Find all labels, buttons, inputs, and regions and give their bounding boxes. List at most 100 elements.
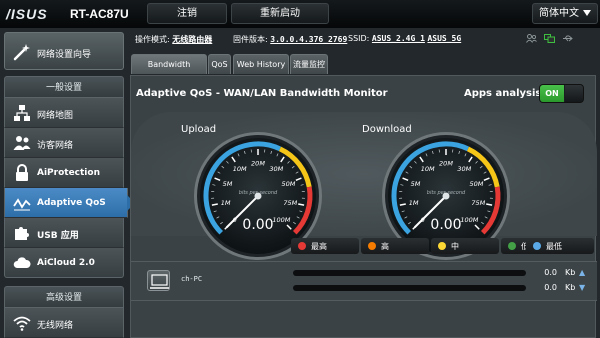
gauge-tick-label: 20M	[439, 160, 453, 168]
gauge-tick-label: 1M	[221, 199, 231, 207]
upload-traffic-bar	[293, 270, 526, 276]
gauge-value: 0.00	[430, 217, 461, 233]
gauge-tick-label: 10M	[233, 165, 247, 173]
internet-status-icon[interactable]	[544, 34, 555, 43]
gauge-tick-label: 5M	[411, 180, 421, 188]
gauge-tick-label: 30M	[269, 165, 283, 173]
logout-button[interactable]: 注销	[147, 3, 227, 24]
sidebar-item-label: AiCloud 2.0	[37, 258, 95, 268]
gauge-tick-label: 75M	[471, 199, 485, 207]
download-unit: Kb	[565, 283, 576, 292]
advanced-settings-header: 高级设置	[4, 286, 124, 308]
gauge-tick-label: 5M	[223, 180, 233, 188]
upload-unit: Kb	[565, 268, 576, 277]
mode-value[interactable]: 无线路由器	[172, 35, 212, 44]
priority-label: 最低	[546, 242, 562, 251]
router-model: RT-AC87U	[70, 7, 129, 21]
lock-icon	[16, 164, 28, 181]
priority-dot	[533, 242, 541, 250]
clients-icon[interactable]	[526, 34, 537, 43]
general-settings-header: 一般设置	[4, 76, 124, 98]
priority-medium: 中	[431, 238, 499, 254]
gauge-hub	[254, 192, 262, 200]
sidebar-item-guest-network[interactable]: 访客网络	[4, 128, 124, 158]
ssid-5-value[interactable]: ASUS_5G	[427, 34, 461, 43]
tab-bandwidth-monitor[interactable]: Bandwidth Monitor	[131, 54, 207, 88]
gauge-tick-label: 50M	[282, 180, 296, 188]
sidebar: 网络设置向导 一般设置 网络地图 访客网络 AiProtection Adapt…	[0, 28, 135, 338]
gauge-tick-label: 30M	[457, 165, 471, 173]
status-bar: 操作模式: 无线路由器 固件版本: 3.0.0.4.376_2769 SSID:…	[130, 28, 600, 50]
sidebar-item-label: 访客网络	[37, 141, 74, 151]
sidebar-item-aicloud[interactable]: AiCloud 2.0	[4, 248, 124, 278]
apps-analysis-label: Apps analysis	[464, 88, 542, 99]
toggle-knob	[565, 85, 583, 102]
apps-analysis-toggle[interactable]: ON	[539, 84, 584, 103]
sidebar-item-usb-application[interactable]: USB 应用	[4, 218, 124, 248]
top-bar: /ISUS RT-AC87U 注销 重新启动 简体中文	[0, 0, 600, 28]
gauge-hub	[442, 192, 450, 200]
tab-web-history[interactable]: Web History	[233, 54, 289, 74]
page-title: Adaptive QoS - WAN/LAN Bandwidth Monitor	[136, 88, 388, 99]
priority-high: 高	[361, 238, 429, 254]
sidebar-item-network-map[interactable]: 网络地图	[4, 98, 124, 128]
gauge-tick-label: 75M	[283, 199, 297, 207]
sidebar-item-label: 无线网络	[37, 321, 74, 331]
priority-dot	[298, 242, 306, 250]
sidebar-item-label: Adaptive QoS	[37, 198, 106, 208]
gauge-tick-label: 50M	[470, 180, 484, 188]
priority-dot	[508, 242, 516, 250]
gauge-tick-label: 1M	[409, 199, 419, 207]
gauge-tick-label: 20M	[251, 160, 265, 168]
upload-rate: 0.0	[544, 268, 557, 277]
sidebar-item-label: USB 应用	[37, 231, 79, 241]
language-select[interactable]: 简体中文	[532, 3, 598, 24]
download-rate: 0.0	[544, 283, 557, 292]
wizard-label: 网络设置向导	[37, 50, 92, 60]
qos-wave-icon	[13, 198, 31, 211]
sidebar-item-adaptive-qos[interactable]: Adaptive QoS	[4, 188, 135, 218]
priority-label: 中	[451, 242, 459, 251]
network-map-icon	[14, 105, 30, 121]
tab-traffic-monitor[interactable]: 流量监控	[290, 54, 328, 74]
priority-highest: 最高	[291, 238, 359, 254]
gauge-tick-label: 100M	[460, 216, 478, 224]
gauge-area: Upload Download 01M5M10M20M30M50M75M100M…	[131, 112, 597, 260]
gauge-tick-label: 10M	[421, 165, 435, 173]
usb-icon[interactable]	[562, 34, 573, 43]
client-name: ch-PC	[181, 275, 203, 283]
gauge-tick-label: 100M	[272, 216, 290, 224]
mode-label: 操作模式:	[135, 35, 170, 44]
puzzle-icon	[15, 227, 29, 240]
upload-arrow-icon: ▲	[579, 268, 586, 277]
firmware-label: 固件版本:	[233, 35, 268, 44]
sidebar-item-label: AiProtection	[37, 168, 100, 178]
sidebar-item-aiprotection[interactable]: AiProtection	[4, 158, 124, 188]
ssid-label: SSID:	[348, 34, 370, 43]
reboot-button[interactable]: 重新启动	[231, 3, 329, 24]
ssid-24-value[interactable]: ASUS_2.4G_1	[372, 34, 425, 43]
sidebar-quick-setup-wizard[interactable]: 网络设置向导	[4, 32, 124, 70]
toggle-state: ON	[540, 85, 564, 102]
language-value: 简体中文	[539, 8, 579, 19]
client-row[interactable]: ch-PC 0.0 0.0 Kb Kb ▲ ▼	[131, 261, 597, 301]
priority-lowest: 最低	[526, 238, 594, 254]
tab-qos[interactable]: QoS	[208, 54, 231, 74]
magic-wand-icon	[13, 44, 30, 61]
priority-label: 高	[381, 242, 389, 251]
priority-label: 最高	[311, 242, 327, 251]
priority-dot	[438, 242, 446, 250]
priority-dot	[368, 242, 376, 250]
firmware-value[interactable]: 3.0.0.4.376_2769	[270, 35, 347, 44]
sidebar-item-label: 网络地图	[37, 111, 74, 121]
gauge-value: 0.00	[242, 217, 273, 233]
download-arrow-icon: ▼	[579, 283, 586, 292]
guest-users-icon	[13, 136, 31, 150]
main-panel: Adaptive QoS - WAN/LAN Bandwidth Monitor…	[130, 75, 597, 338]
wifi-icon	[13, 316, 31, 331]
asus-logo: /ISUS	[6, 6, 48, 22]
cloud-icon	[13, 257, 31, 268]
computer-icon	[147, 270, 170, 291]
chevron-down-icon	[583, 10, 591, 16]
sidebar-item-wireless[interactable]: 无线网络	[4, 308, 124, 338]
